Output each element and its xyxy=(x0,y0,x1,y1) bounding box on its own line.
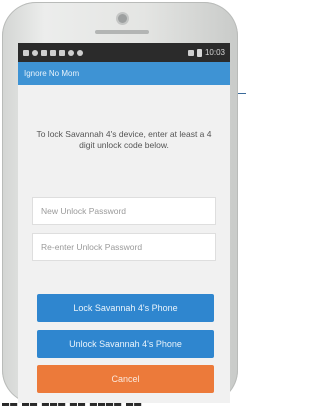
cropped-glyphs: ▀▀ ▀▀ ▀▀▀ ▀▀ ▀▀▀▀ ▀▀ xyxy=(2,403,143,412)
reenter-password-field[interactable] xyxy=(32,233,216,261)
notification-icon xyxy=(59,49,65,56)
notification-icons xyxy=(23,49,83,56)
status-right: 10:03 xyxy=(187,48,225,57)
lock-phone-button[interactable]: Lock Savannah 4's Phone xyxy=(37,294,214,322)
status-time: 10:03 xyxy=(204,48,225,57)
phone-frame: 10:03 Ignore No Mom To lock Savannah 4's… xyxy=(2,2,238,404)
notification-icon xyxy=(50,49,56,56)
notification-icon xyxy=(68,49,74,56)
phone-screen: 10:03 Ignore No Mom To lock Savannah 4's… xyxy=(18,43,230,403)
notification-icon xyxy=(32,49,38,56)
notification-icon xyxy=(41,49,47,56)
camera-icon xyxy=(118,14,127,23)
signal-icon xyxy=(187,49,194,56)
lock-instructions: To lock Savannah 4's device, enter at le… xyxy=(36,129,212,150)
app-bar: Ignore No Mom xyxy=(18,62,230,85)
app-title: Ignore No Mom xyxy=(24,69,80,78)
status-bar: 10:03 xyxy=(18,43,230,62)
cropped-caption-strip: ▀▀ ▀▀ ▀▀▀ ▀▀ ▀▀▀▀ ▀▀ xyxy=(0,403,246,416)
earpiece-speaker xyxy=(95,30,149,34)
battery-icon xyxy=(196,48,202,57)
notification-icon xyxy=(23,49,29,56)
notification-icon xyxy=(77,49,83,56)
new-password-field[interactable] xyxy=(32,197,216,225)
unlock-phone-button[interactable]: Unlock Savannah 4's Phone xyxy=(37,330,214,358)
cancel-button[interactable]: Cancel xyxy=(37,365,214,393)
